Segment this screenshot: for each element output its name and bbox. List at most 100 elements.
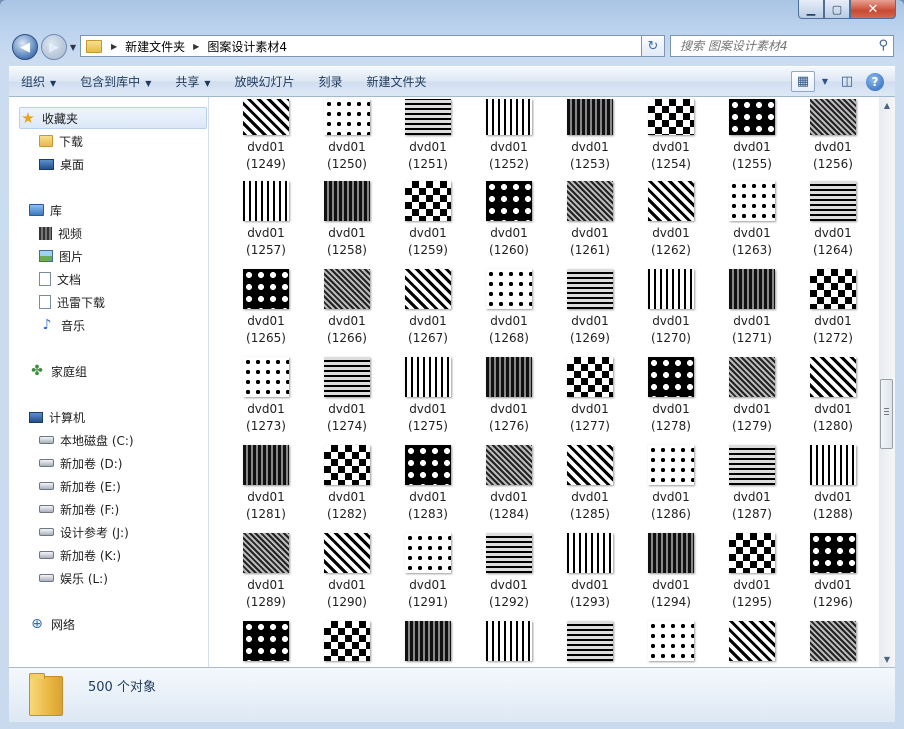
file-item[interactable]: dvd01 (1269) [553,269,627,347]
nav-drive-j[interactable]: 设计参考 (J:) [39,522,129,542]
breadcrumb-current-folder[interactable]: 图案设计素材4 [202,38,292,55]
nav-thunder-downloads[interactable]: 迅雷下载 [39,292,105,312]
nav-drive-k[interactable]: 新加卷 (K:) [39,545,121,565]
nav-drive-f[interactable]: 新加卷 (F:) [39,499,119,519]
nav-homegroup[interactable]: ✤ 家庭组 [29,361,87,381]
nav-desktop[interactable]: 桌面 [39,154,84,174]
file-item[interactable]: dvd01 (1260) [472,181,546,259]
nav-drive-e[interactable]: 新加卷 (E:) [39,476,121,496]
maximize-button[interactable]: ▢ [824,0,850,19]
file-item[interactable]: dvd01 (1270) [634,269,708,347]
search-input[interactable] [678,38,872,54]
file-item[interactable]: dvd01 (1256) [796,99,870,173]
nav-computer[interactable]: 计算机 [29,407,85,427]
view-options-icon[interactable]: ▦ [791,71,815,92]
file-item[interactable]: dvd01 (1282) [310,445,384,523]
file-item[interactable]: dvd01 (1265) [229,269,303,347]
file-thumbnail[interactable] [324,621,370,661]
breadcrumb-separator-icon[interactable]: ▶ [108,42,120,51]
address-bar[interactable]: ▶ 新建文件夹 ▶ 图案设计素材4 ▼ [80,35,664,57]
file-item[interactable]: dvd01 (1291) [391,533,465,611]
nav-music[interactable]: ♪ 音乐 [39,315,85,335]
toolbar-item[interactable]: 包含到库中 ▼ [68,73,163,90]
file-item[interactable]: dvd01 (1250) [310,99,384,173]
file-item[interactable]: dvd01 (1257) [229,181,303,259]
file-item[interactable]: dvd01 (1268) [472,269,546,347]
minimize-button[interactable]: ▁ [798,0,824,19]
toolbar-item[interactable]: 共享 ▼ [163,73,222,90]
file-item[interactable]: dvd01 (1253) [553,99,627,173]
file-thumbnail[interactable] [810,621,856,661]
file-item[interactable]: dvd01 (1273) [229,357,303,435]
search-icon[interactable]: ⚲ [878,38,888,53]
nav-favorites[interactable]: ★ 收藏夹 [19,107,207,129]
file-item[interactable]: dvd01 (1293) [553,533,627,611]
file-item[interactable]: dvd01 (1249) [229,99,303,173]
file-item[interactable]: dvd01 (1284) [472,445,546,523]
nav-downloads[interactable]: 下载 [39,131,83,151]
file-item[interactable]: dvd01 (1272) [796,269,870,347]
toolbar-item[interactable]: 组织 ▼ [9,73,68,90]
file-item[interactable]: dvd01 (1271) [715,269,789,347]
file-item[interactable]: dvd01 (1262) [634,181,708,259]
breadcrumb-new-folder[interactable]: 新建文件夹 [120,38,190,55]
file-item[interactable]: dvd01 (1296) [796,533,870,611]
file-thumbnail[interactable] [243,621,289,661]
nav-documents[interactable]: 文档 [39,269,81,289]
breadcrumb-separator-icon[interactable]: ▶ [190,42,202,51]
file-item[interactable]: dvd01 (1255) [715,99,789,173]
file-item[interactable]: dvd01 (1281) [229,445,303,523]
scroll-down-icon[interactable]: ▼ [879,651,895,667]
preview-pane-icon[interactable]: ◫ [835,71,859,92]
file-item[interactable]: dvd01 (1263) [715,181,789,259]
file-thumbnail[interactable] [486,621,532,661]
file-item[interactable]: dvd01 (1276) [472,357,546,435]
file-item[interactable]: dvd01 (1279) [715,357,789,435]
file-item[interactable]: dvd01 (1288) [796,445,870,523]
file-item[interactable]: dvd01 (1290) [310,533,384,611]
refresh-button[interactable]: ↻ [641,35,665,57]
file-item[interactable]: dvd01 (1278) [634,357,708,435]
file-item[interactable]: dvd01 (1285) [553,445,627,523]
file-item[interactable]: dvd01 (1261) [553,181,627,259]
file-item[interactable]: dvd01 (1252) [472,99,546,173]
file-item[interactable]: dvd01 (1289) [229,533,303,611]
file-thumbnail[interactable] [729,621,775,661]
nav-pictures[interactable]: 图片 [39,246,83,266]
forward-button[interactable]: ▶ [41,34,67,60]
back-button[interactable]: ◀ [12,34,38,60]
file-item[interactable]: dvd01 (1286) [634,445,708,523]
scroll-up-icon[interactable]: ▲ [879,97,895,113]
nav-videos[interactable]: 视频 [39,223,82,243]
file-item[interactable]: dvd01 (1280) [796,357,870,435]
recent-pages-dropdown-icon[interactable]: ▼ [70,43,76,52]
file-thumbnail[interactable] [648,621,694,661]
file-item[interactable]: dvd01 (1251) [391,99,465,173]
toolbar-item[interactable]: 新建文件夹 [355,73,439,90]
nav-drive-l[interactable]: 娱乐 (L:) [39,568,108,588]
file-item[interactable]: dvd01 (1259) [391,181,465,259]
file-item[interactable]: dvd01 (1294) [634,533,708,611]
file-item[interactable]: dvd01 (1287) [715,445,789,523]
vertical-scrollbar[interactable]: ▲ ▼ [879,97,895,667]
file-item[interactable]: dvd01 (1295) [715,533,789,611]
file-item[interactable]: dvd01 (1274) [310,357,384,435]
view-dropdown-icon[interactable]: ▼ [819,71,831,92]
scroll-thumb[interactable] [880,379,893,449]
file-item[interactable]: dvd01 (1267) [391,269,465,347]
file-item[interactable]: dvd01 (1292) [472,533,546,611]
nav-drive-d[interactable]: 新加卷 (D:) [39,453,122,473]
nav-drive-c[interactable]: 本地磁盘 (C:) [39,430,134,450]
file-item[interactable]: dvd01 (1283) [391,445,465,523]
file-item[interactable]: dvd01 (1254) [634,99,708,173]
search-box[interactable]: ⚲ [670,35,894,57]
toolbar-item[interactable]: 刻录 [307,73,355,90]
nav-libraries[interactable]: 库 [29,200,62,220]
close-button[interactable]: ✕ [850,0,896,19]
toolbar-item[interactable]: 放映幻灯片 [223,73,307,90]
file-item[interactable]: dvd01 (1277) [553,357,627,435]
help-icon[interactable]: ? [863,71,887,92]
file-item[interactable]: dvd01 (1258) [310,181,384,259]
file-thumbnail[interactable] [405,621,451,661]
nav-network[interactable]: ⊕ 网络 [29,614,75,634]
